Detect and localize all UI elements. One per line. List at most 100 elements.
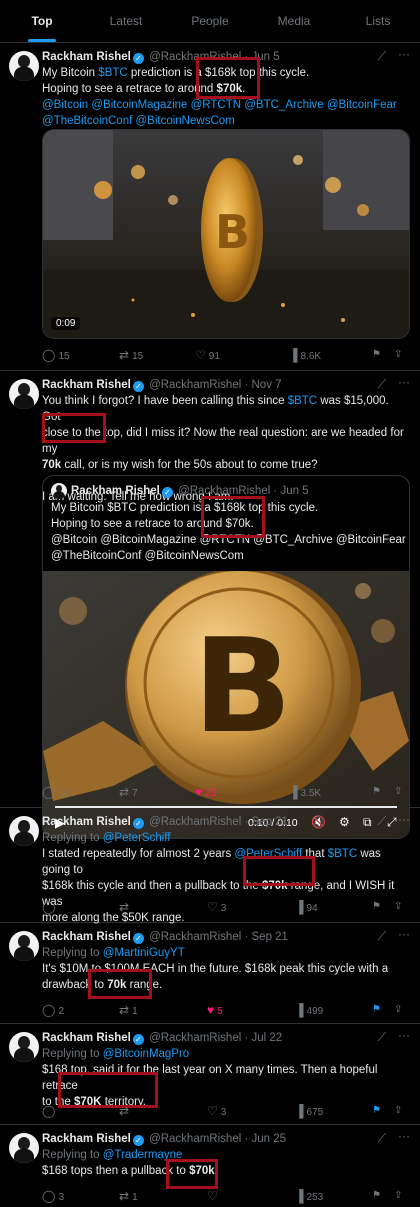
views-button[interactable]: ▐ 94 (295, 898, 318, 918)
grok-icon[interactable]: ⟋ (378, 814, 386, 829)
retweet-icon: ⇄ (119, 1189, 130, 1203)
bookmark-icon[interactable]: ⚑ (372, 346, 381, 364)
author-name[interactable]: Rackham Rishel (42, 1032, 131, 1044)
reply-button[interactable]: ◯ 15 (42, 346, 70, 366)
cashtag-link[interactable]: $BTC (328, 848, 357, 860)
author-name[interactable]: Rackham Rishel (42, 816, 131, 828)
author-handle[interactable]: @RackhamRishel (149, 1133, 241, 1145)
retweet-button[interactable]: ⇄ (119, 898, 132, 918)
share-icon[interactable]: ⇪ (394, 783, 402, 801)
more-dots-icon[interactable]: ··· (398, 927, 410, 941)
more-dots-icon[interactable]: ··· (398, 375, 410, 389)
views-button[interactable]: ▐ 3.5K (289, 783, 321, 803)
tab-media[interactable]: Media (252, 0, 336, 42)
mention-links[interactable]: @Bitcoin @BitcoinMagazine @RTCTN @BTC_Ar… (42, 99, 397, 111)
replying-to-link[interactable]: @PeterSchiff (103, 832, 171, 844)
author-handle[interactable]: @RackhamRishel (149, 931, 241, 943)
grok-icon[interactable]: ⟋ (378, 929, 386, 944)
replying-to-link[interactable]: @BitcoinMagPro (103, 1048, 189, 1060)
bookmark-icon[interactable]: ⚑ (372, 783, 381, 801)
mention-links[interactable]: @TheBitcoinConf @BitcoinNewsCom (42, 115, 235, 127)
views-button[interactable]: ▐ 675 (295, 1102, 323, 1122)
like-button[interactable]: ♡ 3 (207, 1102, 226, 1122)
views-button[interactable]: ▐ 499 (295, 1001, 323, 1021)
like-button[interactable]: ♡ 91 (195, 346, 220, 366)
highlight-box (88, 969, 152, 999)
author-name[interactable]: Rackham Rishel (42, 51, 131, 63)
views-button[interactable]: ▐ 8.6K (289, 346, 321, 366)
bookmark-icon[interactable]: ⚑ (372, 1001, 381, 1019)
tweet[interactable]: Rackham Rishel ✓ @RackhamRishel · Jul 22 … (0, 1024, 420, 1125)
author-handle[interactable]: @RackhamRishel (149, 1032, 241, 1044)
share-icon[interactable]: ⇪ (394, 898, 402, 916)
cashtag-link[interactable]: $BTC (98, 67, 127, 79)
avatar[interactable] (9, 379, 39, 409)
tweet[interactable]: Rackham Rishel ✓ @RackhamRishel · Sep 21 … (0, 808, 420, 924)
more-dots-icon[interactable]: ··· (398, 47, 410, 61)
video-player[interactable]: B 0:09 (42, 129, 410, 339)
tweet[interactable]: Rackham Rishel ✓ @RackhamRishel · Jun 25 … (0, 1125, 420, 1203)
retweet-button[interactable]: ⇄ 15 (119, 346, 143, 366)
share-icon[interactable]: ⇪ (394, 1001, 402, 1019)
more-dots-icon[interactable]: ··· (398, 1129, 410, 1143)
avatar[interactable] (9, 816, 39, 846)
avatar[interactable] (51, 483, 67, 499)
reply-button[interactable]: ◯ (42, 1102, 58, 1122)
tweet-actions: ◯ ⇄ ♡ 3 ▐ 94 ⚑ ⇪ (42, 898, 408, 916)
reply-button[interactable]: ◯ 2 (42, 1001, 64, 1021)
highlight-box (243, 856, 315, 886)
replying-to-link[interactable]: @MartiniGuyYT (103, 947, 185, 959)
author-name[interactable]: Rackham Rishel (42, 379, 131, 391)
share-icon[interactable]: ⇪ (394, 346, 402, 364)
tweet-date[interactable]: Jun 25 (252, 1133, 287, 1145)
author-handle[interactable]: @RackhamRishel (149, 816, 241, 828)
avatar[interactable] (9, 1133, 39, 1163)
share-icon[interactable]: ⇪ (394, 1187, 402, 1205)
avatar[interactable] (9, 931, 39, 961)
tweet-date[interactable]: Nov 7 (252, 379, 282, 391)
like-button[interactable]: ♥ 25 (195, 783, 216, 803)
more-dots-icon[interactable]: ··· (398, 812, 410, 826)
tab-people[interactable]: People (168, 0, 252, 42)
tweet-actions: ◯ 3 ⇄ 1 ♡ ▐ 253 ⚑ ⇪ (42, 1187, 408, 1205)
tab-latest[interactable]: Latest (84, 0, 168, 42)
share-icon[interactable]: ⇪ (394, 1102, 402, 1120)
retweet-icon: ⇄ (119, 1104, 130, 1118)
like-button[interactable]: ♥ 5 (207, 1001, 223, 1021)
tweet-date[interactable]: Sep 21 (252, 931, 288, 943)
retweet-button[interactable]: ⇄ 7 (119, 783, 138, 803)
bookmark-icon[interactable]: ⚑ (372, 1187, 381, 1205)
tweet[interactable]: Rackham Rishel ✓ @RackhamRishel · Jun 5 ⟋… (0, 43, 420, 371)
tab-lists[interactable]: Lists (336, 0, 420, 42)
like-button[interactable]: ♡ (207, 1187, 221, 1207)
bitcoin-coin-image: B (43, 130, 409, 338)
reply-button[interactable]: ◯ (42, 898, 58, 918)
retweet-button[interactable]: ⇄ 1 (119, 1187, 138, 1207)
author-name[interactable]: Rackham Rishel (42, 1133, 131, 1145)
cashtag-link[interactable]: $BTC (288, 395, 317, 407)
tweet-actions: ◯ 12 ⇄ 7 ♥ 25 ▐ 3.5K ⚑ ⇪ (42, 783, 408, 801)
author-name[interactable]: Rackham Rishel (42, 931, 131, 943)
author-handle[interactable]: @RackhamRishel (149, 379, 241, 391)
grok-icon[interactable]: ⟋ (378, 377, 386, 392)
like-button[interactable]: ♡ 3 (207, 898, 226, 918)
reply-button[interactable]: ◯ 12 (42, 783, 70, 803)
reply-button[interactable]: ◯ 3 (42, 1187, 64, 1207)
more-dots-icon[interactable]: ··· (398, 1028, 410, 1042)
avatar[interactable] (9, 1032, 39, 1062)
views-icon: ▐ (295, 1189, 304, 1203)
grok-icon[interactable]: ⟋ (378, 1131, 386, 1146)
tweet[interactable]: Rackham Rishel ✓ @RackhamRishel · Sep 21 … (0, 923, 420, 1024)
tweet-date[interactable]: Jul 22 (252, 1032, 283, 1044)
tweet-date[interactable]: Sep 21 (252, 816, 288, 828)
tab-top[interactable]: Top (0, 0, 84, 42)
tweet[interactable]: Rackham Rishel ✓ @RackhamRishel · Nov 7 ⟋… (0, 371, 420, 839)
avatar[interactable] (9, 51, 39, 81)
bookmark-icon[interactable]: ⚑ (372, 1102, 381, 1120)
views-button[interactable]: ▐ 253 (295, 1187, 323, 1207)
grok-icon[interactable]: ⟋ (378, 49, 386, 64)
retweet-button[interactable]: ⇄ (119, 1102, 132, 1122)
retweet-button[interactable]: ⇄ 1 (119, 1001, 138, 1021)
grok-icon[interactable]: ⟋ (378, 1030, 386, 1045)
bookmark-icon[interactable]: ⚑ (372, 898, 381, 916)
